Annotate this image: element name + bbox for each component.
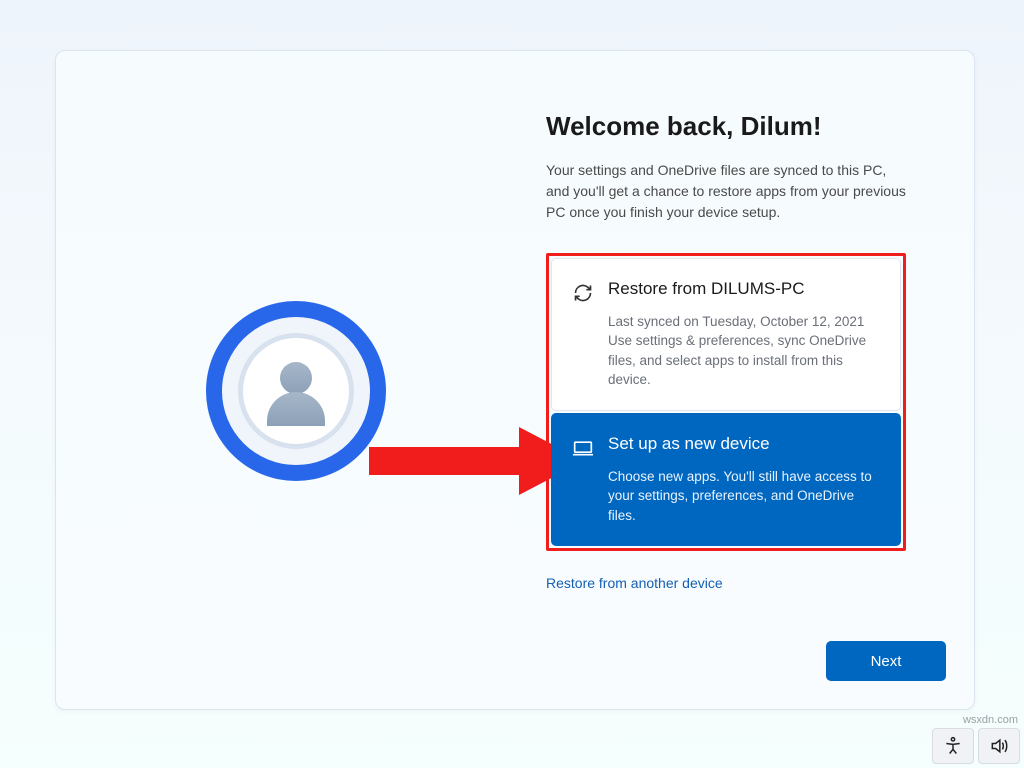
watermark-text: wsxdn.com: [963, 714, 1018, 726]
option-new-desc: Choose new apps. You'll still have acces…: [608, 467, 880, 526]
volume-icon: [989, 736, 1009, 756]
annotation-highlight-box: Restore from DILUMS-PC Last synced on Tu…: [546, 253, 906, 551]
option-new-device[interactable]: Set up as new device Choose new apps. Yo…: [551, 413, 901, 546]
restore-another-device-link[interactable]: Restore from another device: [546, 575, 936, 591]
next-button[interactable]: Next: [826, 641, 946, 681]
option-restore-title: Restore from DILUMS-PC: [608, 277, 804, 302]
volume-button[interactable]: [978, 728, 1020, 764]
option-new-title: Set up as new device: [608, 432, 770, 457]
page-subtitle: Your settings and OneDrive files are syn…: [546, 160, 906, 223]
oobe-panel: Welcome back, Dilum! Your settings and O…: [55, 50, 975, 710]
person-icon: [280, 362, 312, 394]
user-avatar: [206, 301, 386, 481]
accessibility-button[interactable]: [932, 728, 974, 764]
page-title: Welcome back, Dilum!: [546, 111, 936, 142]
option-restore-synced: Last synced on Tuesday, October 12, 2021: [608, 312, 880, 332]
system-tray: [932, 728, 1020, 764]
accessibility-icon: [943, 736, 963, 756]
content-column: Welcome back, Dilum! Your settings and O…: [546, 51, 936, 709]
option-restore-from-pc[interactable]: Restore from DILUMS-PC Last synced on Tu…: [551, 258, 901, 411]
sync-icon: [572, 282, 594, 304]
device-icon: [572, 437, 594, 459]
option-restore-desc: Use settings & preferences, sync OneDriv…: [608, 331, 880, 390]
illustration-column: [56, 51, 536, 709]
